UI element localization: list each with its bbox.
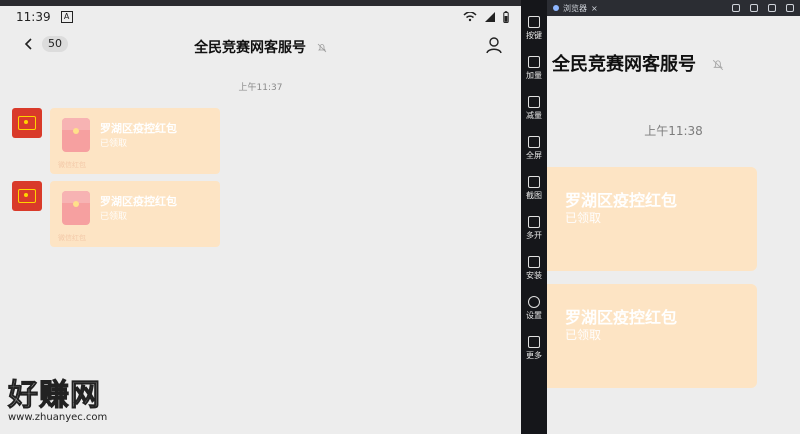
preview-packet-title: 罗湖区疫控红包 xyxy=(565,308,678,327)
toolbar-keys-button[interactable]: 按键 xyxy=(521,16,547,48)
phone-screen: 11:39 A 50 全民竞赛网客服号 上午11:37 罗湖区疫控红包 已领取 … xyxy=(0,0,521,434)
toolbar-fullscreen-button[interactable]: 全屏 xyxy=(521,136,547,168)
preview-tabbar: 浏览器 × xyxy=(547,0,800,16)
wifi-icon xyxy=(463,12,477,22)
watermark-logo-text: 好赚网 xyxy=(8,378,101,414)
volume-up-icon xyxy=(528,56,540,68)
window-icon[interactable] xyxy=(768,4,776,12)
scissors-icon xyxy=(528,176,540,188)
sender-avatar[interactable] xyxy=(12,181,42,211)
status-bar: 11:39 A xyxy=(0,6,521,28)
preview-tab-label: 浏览器 xyxy=(563,3,587,13)
toolbar-label: 截图 xyxy=(526,191,542,200)
toolbar-install-button[interactable]: 安装 xyxy=(521,256,547,288)
status-left: 11:39 A xyxy=(16,10,73,24)
red-packet-avatar-icon xyxy=(18,189,36,203)
preview-tab[interactable]: 浏览器 × xyxy=(553,3,598,14)
status-right xyxy=(463,11,509,23)
volume-down-icon xyxy=(528,96,540,108)
chat-title: 全民竞赛网客服号 xyxy=(0,37,521,57)
toolbar-more-button[interactable]: 更多 xyxy=(521,336,547,368)
toolbar-volume-up-button[interactable]: 加量 xyxy=(521,56,547,88)
mute-bell-icon xyxy=(317,43,327,53)
red-packet-brand: 微信红包 xyxy=(58,161,86,169)
toolbar-settings-button[interactable]: 设置 xyxy=(521,296,547,328)
toolbar-label: 设置 xyxy=(526,311,542,320)
sender-avatar[interactable] xyxy=(12,108,42,138)
red-packet-title: 罗湖区疫控红包 xyxy=(100,195,177,208)
mute-bell-icon xyxy=(713,59,724,71)
signal-icon xyxy=(485,12,495,22)
preview-title-text: 全民竞赛网客服号 xyxy=(552,54,696,75)
multi-window-icon xyxy=(528,216,540,228)
toolbar-label: 多开 xyxy=(526,231,542,240)
toolbar-label: 减量 xyxy=(526,111,542,120)
preview-timestamp: 上午11:38 xyxy=(644,124,703,138)
status-app-icon: A xyxy=(60,11,73,23)
window-icon[interactable] xyxy=(786,4,794,12)
toolbar-label: 按键 xyxy=(526,31,542,40)
toolbar-label: 安装 xyxy=(526,271,542,280)
watermark-url: www.zhuanyec.com xyxy=(8,412,108,423)
zoomed-preview-panel: 浏览器 × 全民竞赛网客服号 上午11:38 罗湖区疫控红包 已领取 罗湖区疫控… xyxy=(547,0,800,434)
emulator-toolbar: 按键 加量 减量 全屏 截图 多开 安装 设置 更多 xyxy=(521,0,547,434)
chat-title-text: 全民竞赛网客服号 xyxy=(194,40,307,56)
red-envelope-icon xyxy=(62,118,90,152)
preview-red-packet[interactable]: 罗湖区疫控红包 已领取 xyxy=(547,167,757,271)
keyboard-icon xyxy=(528,16,540,28)
toolbar-label: 更多 xyxy=(526,351,542,360)
status-time: 11:39 xyxy=(16,10,51,24)
red-packet-status: 已领取 xyxy=(100,212,128,222)
red-envelope-icon xyxy=(62,191,90,225)
profile-icon[interactable] xyxy=(485,36,503,54)
browser-icon xyxy=(553,5,559,11)
preview-red-packet[interactable]: 罗湖区疫控红包 已领取 xyxy=(547,284,757,388)
red-packet-message[interactable]: 罗湖区疫控红包 已领取 微信红包 xyxy=(50,181,220,247)
toolbar-label: 加量 xyxy=(526,71,542,80)
red-packet-avatar-icon xyxy=(18,116,36,130)
site-watermark: 好赚网 www.zhuanyec.com xyxy=(8,370,168,430)
toolbar-label: 全屏 xyxy=(526,151,542,160)
message-row: 罗湖区疫控红包 已领取 微信红包 xyxy=(12,181,222,247)
install-icon xyxy=(528,256,540,268)
red-packet-brand: 微信红包 xyxy=(58,234,86,242)
chat-navbar: 50 全民竞赛网客服号 xyxy=(0,28,521,62)
battery-icon xyxy=(503,11,509,23)
preview-packet-status: 已领取 xyxy=(565,211,602,225)
red-packet-message[interactable]: 罗湖区疫控红包 已领取 微信红包 xyxy=(50,108,220,174)
gear-icon xyxy=(528,296,540,308)
fullscreen-icon xyxy=(528,136,540,148)
toolbar-multi-open-button[interactable]: 多开 xyxy=(521,216,547,248)
message-row: 罗湖区疫控红包 已领取 微信红包 xyxy=(12,108,222,174)
preview-packet-status: 已领取 xyxy=(565,328,602,342)
toolbar-screenshot-button[interactable]: 截图 xyxy=(521,176,547,208)
window-icon[interactable] xyxy=(732,4,740,12)
red-packet-status: 已领取 xyxy=(100,139,128,149)
chat-timestamp: 上午11:37 xyxy=(238,83,283,93)
toolbar-volume-down-button[interactable]: 减量 xyxy=(521,96,547,128)
status-app-glyph: A xyxy=(63,12,70,21)
preview-packet-title: 罗湖区疫控红包 xyxy=(565,191,678,210)
preview-chat-title: 全民竞赛网客服号 xyxy=(552,50,724,76)
window-icon[interactable] xyxy=(750,4,758,12)
red-packet-title: 罗湖区疫控红包 xyxy=(100,122,177,135)
preview-window-icons xyxy=(732,4,794,12)
close-icon[interactable]: × xyxy=(591,4,598,13)
more-icon xyxy=(528,336,540,348)
